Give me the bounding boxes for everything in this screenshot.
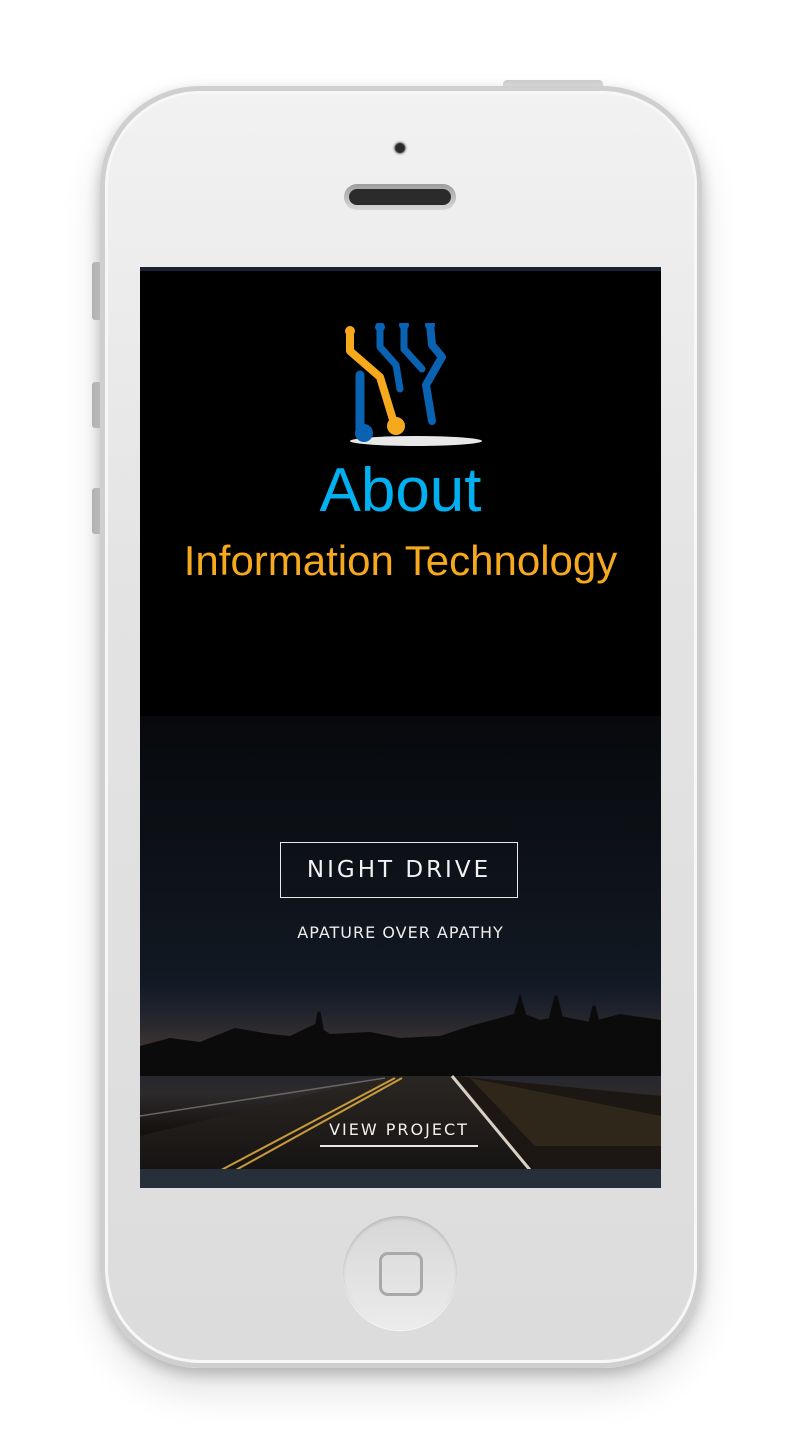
screen-bottom-bar [140, 1169, 661, 1188]
night-road-background [140, 986, 661, 1176]
mockup-stage: About Information Technology NIGHT DRIVE… [0, 0, 800, 1451]
about-heading: About [319, 456, 482, 525]
night-drive-project-card: NIGHT DRIVE APATURE OVER APATHY VIEW PRO… [140, 716, 661, 1176]
home-button[interactable] [343, 1216, 457, 1330]
view-project-link[interactable]: VIEW PROJECT [320, 1120, 478, 1147]
camera-icon [392, 140, 408, 156]
night-drive-title-box: NIGHT DRIVE [280, 842, 518, 898]
speaker-icon [344, 184, 456, 210]
about-hero: About Information Technology [140, 271, 661, 721]
information-technology-heading: Information Technology [183, 537, 618, 584]
project-tagline: APATURE OVER APATHY [297, 923, 504, 942]
phone-screen: About Information Technology NIGHT DRIVE… [140, 267, 661, 1188]
home-square-icon [379, 1252, 423, 1296]
it-logo-icon [345, 323, 482, 446]
